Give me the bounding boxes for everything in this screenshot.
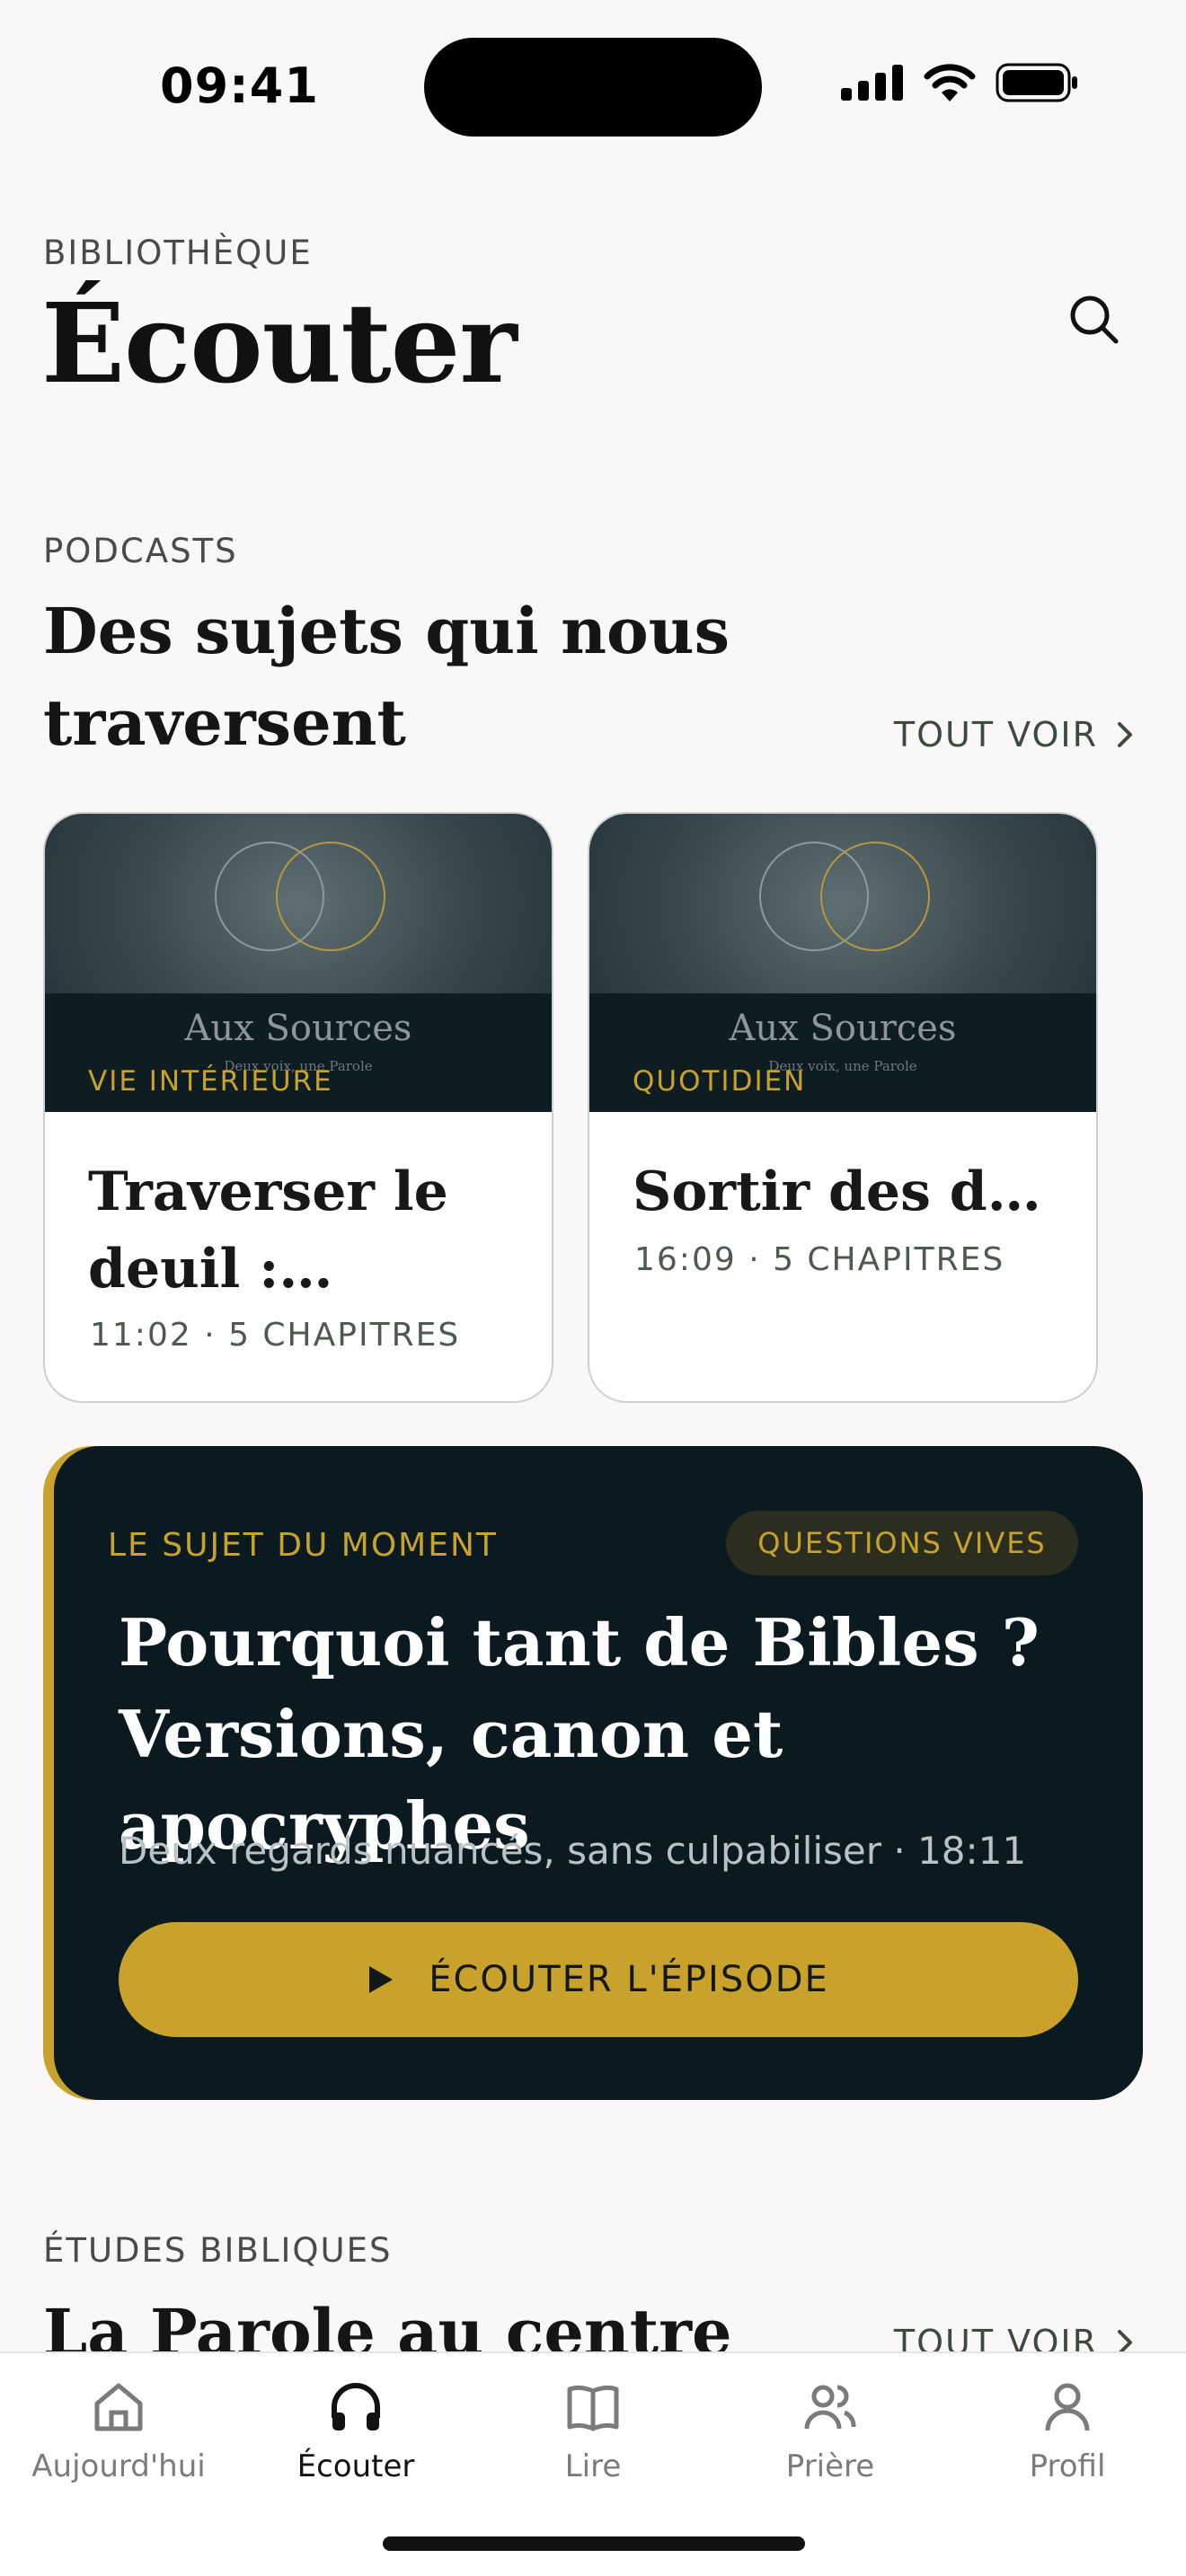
search-button[interactable] [1058, 284, 1130, 356]
featured-category-pill: QUESTIONS VIVES [726, 1511, 1078, 1575]
podcast-card[interactable]: Aux Sources Deux voix, une Parole VIE IN… [43, 812, 553, 1403]
people-icon [804, 2385, 856, 2430]
podcasts-eyebrow: PODCASTS [43, 532, 238, 570]
signal-icon [841, 65, 903, 101]
home-icon [94, 2383, 143, 2431]
tab-label: Lire [564, 2448, 622, 2484]
podcasts-title-line2: traversent [43, 685, 406, 760]
podcast-title: Traverser le deuil : pleurer sans perdre… [88, 1160, 448, 1301]
podcast-cover: Aux Sources Deux voix, une Parole QUOTID… [589, 814, 1096, 1112]
battery-icon [996, 63, 1077, 102]
logo-circles-icon [215, 842, 385, 951]
tab-label: Prière [785, 2448, 875, 2484]
studies-eyebrow: ÉTUDES BIBLIQUES [43, 2231, 393, 2270]
person-icon [1045, 2383, 1090, 2431]
home-indicator [383, 2536, 805, 2551]
wifi-icon [924, 64, 976, 101]
cover-brand: Aux Sources [184, 1008, 412, 1049]
podcast-meta: 11:02 · 5 CHAPITRES [90, 1317, 461, 1354]
see-all-label: TOUT VOIR [893, 715, 1098, 754]
podcast-title: Sortir des dettes [633, 1160, 1064, 1223]
tab-prayer[interactable]: Prière [722, 2378, 938, 2484]
featured-subtitle: Deux regards nuancés, sans culpabiliser … [119, 1829, 1027, 1873]
library-eyebrow: BIBLIOTHÈQUE [43, 234, 313, 272]
tab-label: Profil [1029, 2448, 1106, 2484]
category-tag: QUOTIDIEN [633, 1065, 807, 1098]
page-title: Écouter [41, 278, 518, 408]
tab-today[interactable]: Aujourd'hui [11, 2378, 226, 2484]
cover-brand: Aux Sources [729, 1008, 957, 1049]
chevron-right-icon [1118, 722, 1132, 747]
tab-label: Écouter [296, 2448, 415, 2484]
podcast-meta: 16:09 · 5 CHAPITRES [634, 1241, 1005, 1278]
podcast-cover: Aux Sources Deux voix, une Parole VIE IN… [45, 814, 552, 1112]
search-icon [1070, 296, 1119, 344]
tab-read[interactable]: Lire [485, 2378, 701, 2484]
category-tag: VIE INTÉRIEURE [88, 1065, 333, 1098]
featured-eyebrow: LE SUJET DU MOMENT [108, 1527, 498, 1564]
dynamic-island [424, 38, 762, 137]
tab-listen[interactable]: Écouter [248, 2378, 464, 2484]
listen-episode-button[interactable]: ÉCOUTER L'ÉPISODE [119, 1922, 1078, 2037]
tab-profile[interactable]: Profil [960, 2378, 1175, 2484]
status-time: 09:41 [160, 57, 319, 114]
play-icon [369, 1966, 394, 1993]
podcasts-see-all-link[interactable]: TOUT VOIR [894, 715, 1134, 754]
tab-label: Aujourd'hui [31, 2448, 206, 2484]
podcast-card[interactable]: Aux Sources Deux voix, une Parole QUOTID… [588, 812, 1098, 1403]
book-icon [567, 2385, 619, 2431]
status-icons [841, 63, 1078, 102]
logo-circles-icon [759, 842, 930, 951]
listen-episode-label: ÉCOUTER L'ÉPISODE [429, 1959, 829, 2000]
podcasts-title-line1: Des sujets qui nous [43, 594, 730, 668]
headphones-icon [332, 2383, 380, 2430]
